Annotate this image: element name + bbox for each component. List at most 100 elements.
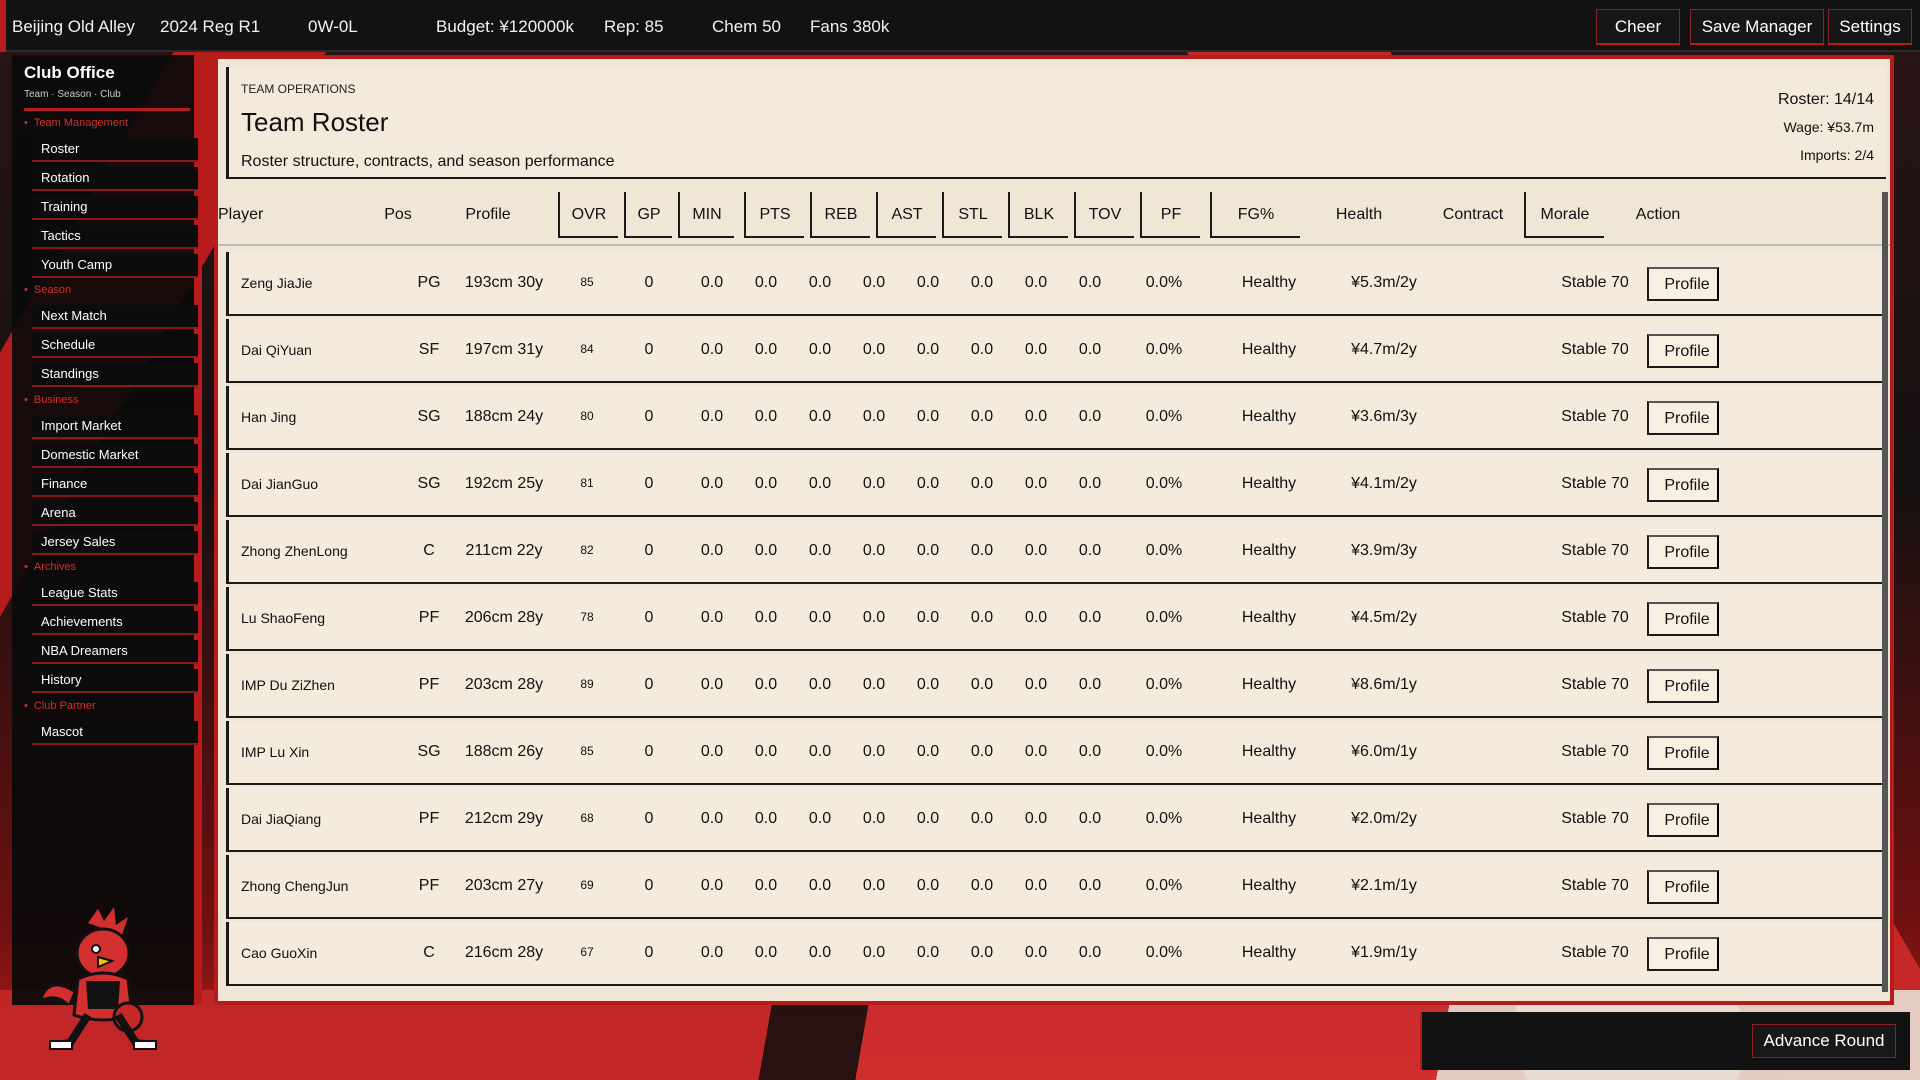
header-rule — [218, 244, 1890, 246]
sidebar-item-roster[interactable]: Roster — [32, 138, 198, 162]
cell-stl: 0.0 — [916, 810, 940, 827]
cell-blk: 0.0 — [970, 542, 994, 559]
column-header[interactable]: Health — [1314, 192, 1404, 238]
cell-pts: 0.0 — [754, 877, 778, 894]
cell-gp: 0 — [644, 944, 654, 961]
sidebar-divider — [24, 108, 190, 111]
column-header[interactable]: GP — [624, 192, 672, 238]
cell-profile: 197cm 31y — [464, 341, 544, 358]
column-header[interactable]: Profile — [448, 192, 528, 238]
cell-tov: 0.0 — [1024, 542, 1048, 559]
cell-tov: 0.0 — [1024, 408, 1048, 425]
profile-button[interactable]: Profile — [1647, 535, 1719, 569]
table-row[interactable]: Zhong ZhenLong C 211cm 22y 82 0 0.0 0.0 0.0 0.0 0… — [226, 520, 1882, 584]
cell-pos: PF — [418, 609, 440, 626]
sidebar-item-next-match[interactable]: Next Match — [32, 305, 198, 329]
profile-button[interactable]: Profile — [1647, 468, 1719, 502]
profile-button[interactable]: Profile — [1647, 937, 1719, 971]
cell-name: Zhong ChengJun — [241, 878, 349, 894]
table-row[interactable]: Zhong ChengJun PF 203cm 27y 69 0 0.0 0.0 0.0 0.0… — [226, 855, 1882, 919]
column-header[interactable]: Morale — [1524, 192, 1604, 238]
column-header[interactable]: Contract — [1418, 192, 1528, 238]
sidebar-item-youth-camp[interactable]: Youth Camp — [32, 254, 198, 278]
cell-name: Zeng JiaJie — [241, 275, 313, 291]
sidebar-item-history[interactable]: History — [32, 669, 198, 693]
profile-button[interactable]: Profile — [1647, 870, 1719, 904]
column-header[interactable]: AST — [876, 192, 936, 238]
chem-label: Chem 50 — [712, 17, 781, 36]
sidebar-item-domestic-market[interactable]: Domestic Market — [32, 444, 198, 468]
cell-blk: 0.0 — [970, 743, 994, 760]
column-header[interactable]: PTS — [744, 192, 804, 238]
cell-tov: 0.0 — [1024, 944, 1048, 961]
cell-health: Healthy — [1241, 676, 1297, 693]
cheer-button[interactable]: Cheer — [1596, 9, 1680, 45]
sidebar-item-jersey-sales[interactable]: Jersey Sales — [32, 531, 198, 555]
settings-button[interactable]: Settings — [1828, 9, 1912, 45]
sidebar-item-mascot[interactable]: Mascot — [32, 721, 198, 745]
cell-fg: 0.0% — [1145, 810, 1183, 827]
cell-ast: 0.0 — [862, 274, 886, 291]
cell-fg: 0.0% — [1145, 475, 1183, 492]
table-row[interactable]: Lu ShaoFeng PF 206cm 28y 78 0 0.0 0.0 0.0 0.0 0.0… — [226, 587, 1882, 651]
sidebar-item-import-market[interactable]: Import Market — [32, 415, 198, 439]
column-header[interactable]: STL — [942, 192, 1002, 238]
save-manager-button[interactable]: Save Manager — [1690, 9, 1824, 45]
column-header[interactable]: MIN — [678, 192, 734, 238]
column-header[interactable]: PF — [1140, 192, 1200, 238]
cell-ovr: 85 — [580, 275, 594, 289]
advance-round-button[interactable]: Advance Round — [1752, 1024, 1896, 1058]
column-header[interactable]: TOV — [1074, 192, 1134, 238]
sidebar-item-finance[interactable]: Finance — [32, 473, 198, 497]
sidebar-item-nba-dreamers[interactable]: NBA Dreamers — [32, 640, 198, 664]
column-header[interactable]: FG% — [1210, 192, 1300, 238]
profile-button[interactable]: Profile — [1647, 736, 1719, 770]
sidebar-item-tactics[interactable]: Tactics — [32, 225, 198, 249]
cell-name: Han Jing — [241, 409, 297, 425]
sidebar-subtitle: Team · Season · Club — [24, 89, 121, 100]
cell-ast: 0.0 — [862, 609, 886, 626]
cell-fg: 0.0% — [1145, 542, 1183, 559]
column-header[interactable]: REB — [810, 192, 870, 238]
profile-button[interactable]: Profile — [1647, 669, 1719, 703]
column-header[interactable]: Pos — [368, 192, 428, 238]
cell-gp: 0 — [644, 810, 654, 827]
profile-button[interactable]: Profile — [1647, 401, 1719, 435]
profile-button[interactable]: Profile — [1647, 803, 1719, 837]
sidebar-item-training[interactable]: Training — [32, 196, 198, 220]
sidebar-item-league-stats[interactable]: League Stats — [32, 582, 198, 606]
cell-profile: 193cm 30y — [464, 274, 544, 291]
column-header[interactable]: Action — [1618, 192, 1698, 238]
profile-button[interactable]: Profile — [1647, 334, 1719, 368]
sidebar-item-achievements[interactable]: Achievements — [32, 611, 198, 635]
sidebar-item-arena[interactable]: Arena — [32, 502, 198, 526]
cell-pf: 0.0 — [1078, 676, 1102, 693]
cell-ast: 0.0 — [862, 743, 886, 760]
sidebar-item-rotation[interactable]: Rotation — [32, 167, 198, 191]
table-row[interactable]: IMP Du ZiZhen PF 203cm 28y 89 0 0.0 0.0 0.0 0.0 0… — [226, 654, 1882, 718]
cell-tov: 0.0 — [1024, 475, 1048, 492]
cell-pts: 0.0 — [754, 408, 778, 425]
table-row[interactable]: Zeng JiaJie PG 193cm 30y 85 0 0.0 0.0 0.0 0.0 0.0… — [226, 252, 1882, 316]
table-row[interactable]: Dai JiaQiang PF 212cm 29y 68 0 0.0 0.0 0.0 0.0 0.… — [226, 788, 1882, 852]
sidebar-item-standings[interactable]: Standings — [32, 363, 198, 387]
cell-tov: 0.0 — [1024, 274, 1048, 291]
cell-gp: 0 — [644, 341, 654, 358]
column-header[interactable]: Player — [218, 192, 328, 238]
table-row[interactable]: Dai QiYuan SF 197cm 31y 84 0 0.0 0.0 0.0 0.0 0.0 0… — [226, 319, 1882, 383]
sidebar-item-schedule[interactable]: Schedule — [32, 334, 198, 358]
wage-total: Wage: ¥53.7m — [1783, 119, 1874, 135]
cell-ast: 0.0 — [862, 944, 886, 961]
table-row[interactable]: Dai JianGuo SG 192cm 25y 81 0 0.0 0.0 0.0 0.0 0.0… — [226, 453, 1882, 517]
profile-button[interactable]: Profile — [1647, 602, 1719, 636]
column-header[interactable]: OVR — [558, 192, 618, 238]
profile-button[interactable]: Profile — [1647, 267, 1719, 301]
cell-name: Lu ShaoFeng — [241, 610, 326, 626]
column-header[interactable]: BLK — [1008, 192, 1068, 238]
table-scrollbar[interactable] — [1882, 192, 1888, 992]
table-row[interactable]: Han Jing SG 188cm 24y 80 0 0.0 0.0 0.0 0.0 0.0 0.0… — [226, 386, 1882, 450]
table-row[interactable]: Cao GuoXin C 216cm 28y 67 0 0.0 0.0 0.0 0.0 0.0 0.… — [226, 922, 1882, 986]
cell-pts: 0.0 — [754, 743, 778, 760]
cell-contract: ¥2.0m/2y — [1351, 810, 1417, 827]
table-row[interactable]: IMP Lu Xin SG 188cm 26y 85 0 0.0 0.0 0.0 0.0 0.0 0… — [226, 721, 1882, 785]
